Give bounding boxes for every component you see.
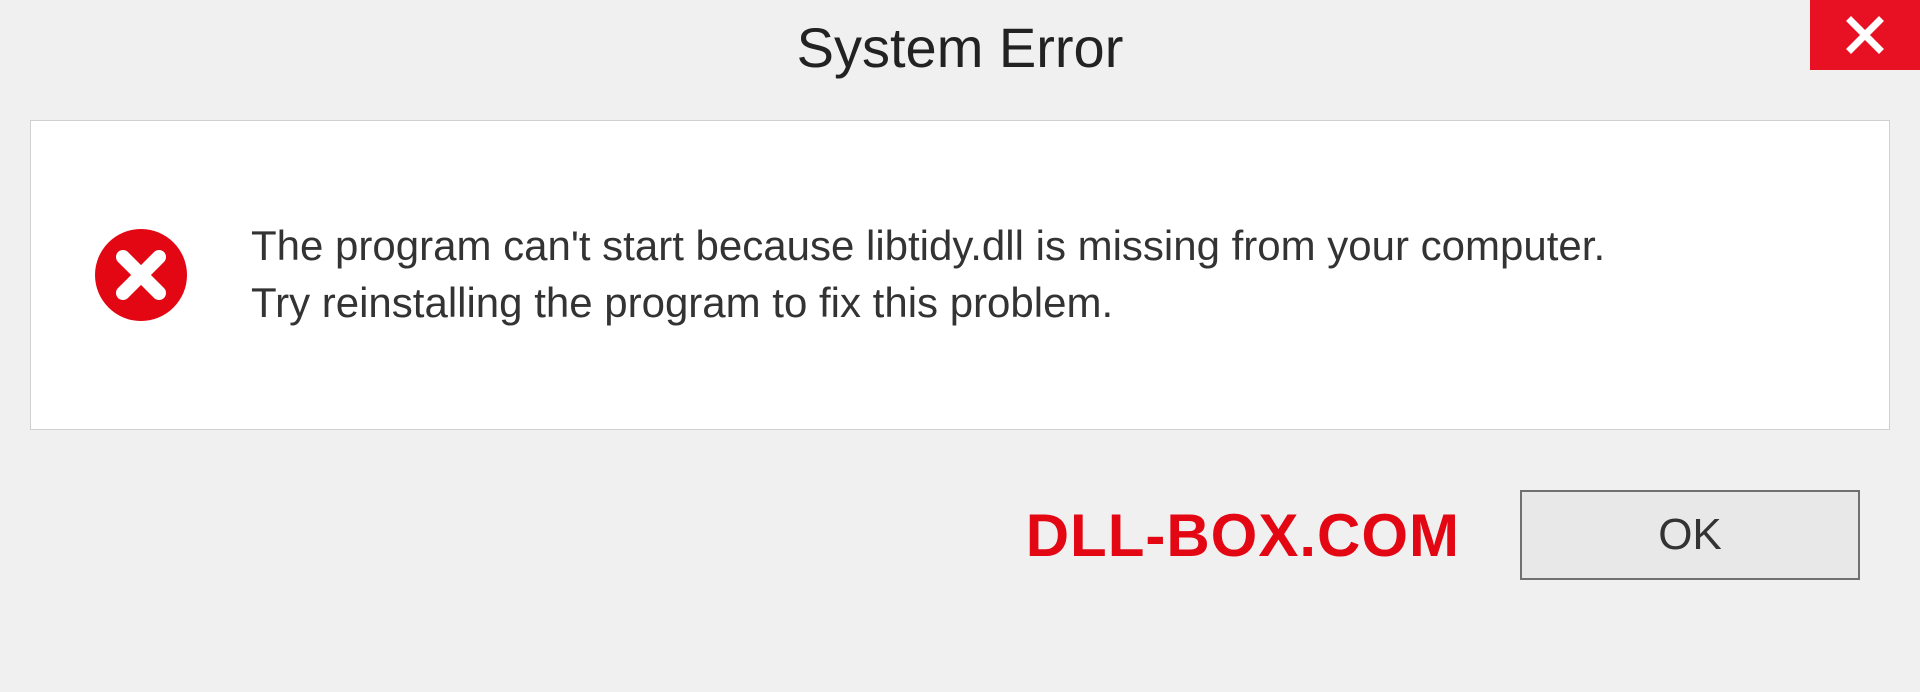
ok-button[interactable]: OK	[1520, 490, 1860, 580]
footer: DLL-BOX.COM OK	[0, 490, 1920, 580]
window-title: System Error	[797, 15, 1124, 80]
error-message-line1: The program can't start because libtidy.…	[251, 218, 1605, 275]
error-message: The program can't start because libtidy.…	[251, 218, 1605, 331]
close-icon	[1845, 15, 1885, 55]
watermark-text: DLL-BOX.COM	[1026, 501, 1460, 570]
close-button[interactable]	[1810, 0, 1920, 70]
error-message-line2: Try reinstalling the program to fix this…	[251, 275, 1605, 332]
error-icon	[91, 225, 191, 325]
message-panel: The program can't start because libtidy.…	[30, 120, 1890, 430]
titlebar: System Error	[0, 0, 1920, 100]
